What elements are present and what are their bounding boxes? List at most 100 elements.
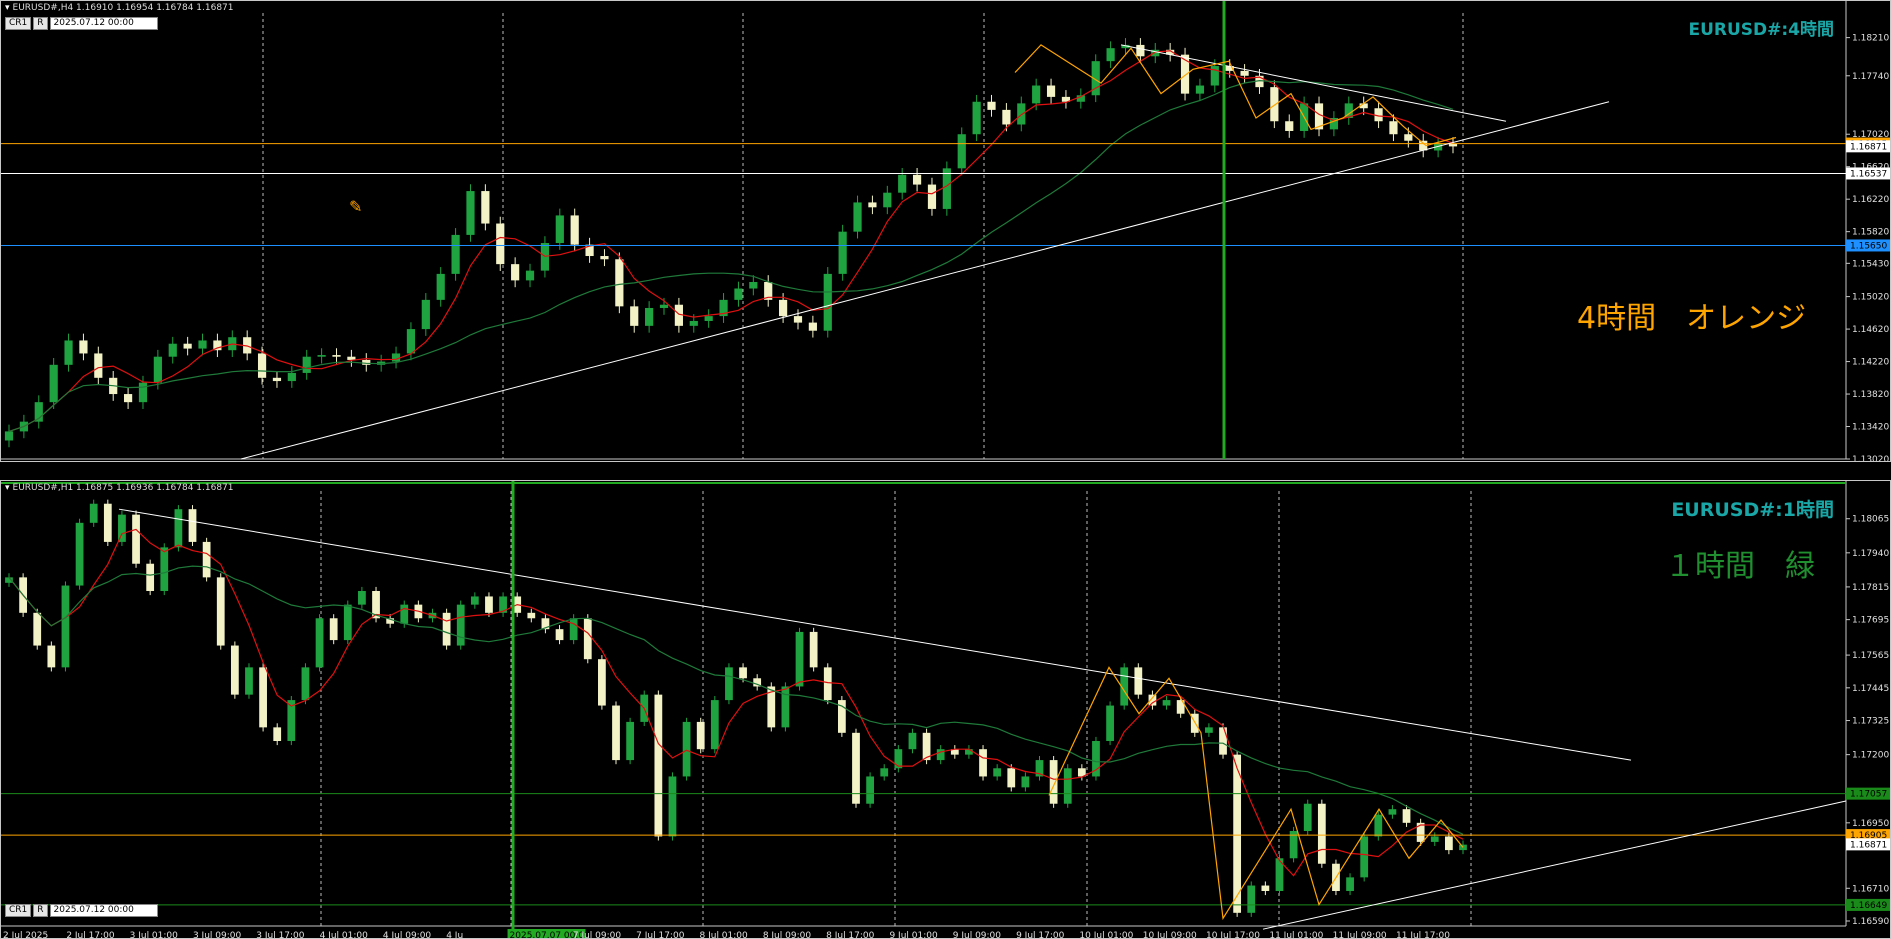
- h4-candle-body: [853, 202, 862, 232]
- h1-candle-body: [993, 768, 1002, 777]
- h1-y-tick-label: 1.17815: [1852, 583, 1889, 593]
- h4-cr-button[interactable]: CR1: [5, 17, 32, 30]
- h1-candle-body: [1360, 836, 1369, 878]
- h1-x-tick-label: 9 Jul 17:00: [1016, 931, 1065, 939]
- h1-x-tick-label: 8 Jul 01:00: [700, 931, 749, 939]
- h1-x-tick-label: 9 Jul 09:00: [953, 931, 1002, 939]
- h4-date-box[interactable]: 2025.07.12 00:00: [49, 17, 158, 30]
- h1-candle-body: [725, 667, 733, 701]
- crossed-pencil-icon[interactable]: ✎: [349, 197, 362, 216]
- h1-candle-body: [103, 503, 112, 542]
- h4-price-tag-label: 1.16871: [1850, 142, 1887, 152]
- h1-candle-body: [301, 667, 310, 701]
- h1-candle-body: [1049, 760, 1058, 804]
- h4-candle-body: [942, 168, 951, 209]
- h1-price-tag-label: 1.16871: [1850, 840, 1887, 850]
- h1-candle-body: [1247, 885, 1256, 913]
- h4-candle-body: [823, 273, 832, 331]
- h1-candle-body: [880, 768, 889, 777]
- h4-candle-body: [1270, 87, 1279, 122]
- h4-candle-body: [496, 223, 505, 265]
- h1-candle-body: [1219, 727, 1227, 755]
- h4-candle-body: [689, 320, 698, 326]
- h1-candle-body: [1021, 776, 1030, 788]
- h1-candle-body: [33, 612, 42, 646]
- h1-candle-body: [216, 577, 225, 646]
- dropdown-triangle-icon[interactable]: ▾: [5, 483, 10, 493]
- h1-candle-body: [358, 591, 366, 605]
- h4-ma-red: [8, 50, 1454, 432]
- h4-y-tick-label: 1.15430: [1852, 259, 1889, 269]
- h1-candle-body: [1317, 803, 1326, 864]
- h1-candle-body: [809, 631, 818, 668]
- h1-chart-pane[interactable]: 1.18065 1.17940 1.17815 1.17695 1.17565 1.174…: [0, 480, 1891, 939]
- h1-candle-body: [1205, 727, 1213, 733]
- pane-separator[interactable]: [0, 462, 1891, 480]
- h1-candle-body: [1346, 877, 1354, 891]
- h1-x-tick-label: 10 Jul 09:00: [1143, 931, 1197, 939]
- h1-candle-body: [569, 618, 578, 641]
- h1-candle-body: [1148, 694, 1157, 706]
- h1-x-tick-label: 11 Jul 01:00: [1269, 931, 1323, 939]
- h4-y-tick-label: 1.13420: [1852, 423, 1889, 433]
- h1-candle-body: [118, 514, 126, 542]
- h4-candle-body: [4, 431, 14, 441]
- h1-candle-body: [823, 667, 832, 701]
- h1-candle-body: [1374, 814, 1383, 837]
- h1-chart-title: EURUSD#:1時間: [1671, 499, 1834, 521]
- h1-x-tick-label: 7 Jul 09:00: [573, 931, 622, 939]
- h1-candle-body: [555, 629, 564, 641]
- h1-candle-body: [1106, 705, 1114, 741]
- h1-candle-body: [598, 659, 606, 706]
- h1-y-tick-label: 1.17940: [1852, 549, 1889, 559]
- h1-candle-body: [1063, 768, 1072, 804]
- h4-price-tag-label: 1.16537: [1850, 169, 1887, 179]
- h1-candle-body: [612, 705, 620, 761]
- h1-candle-body: [908, 732, 917, 750]
- h1-y-tick-label: 1.17445: [1852, 684, 1889, 694]
- h4-candle-body: [525, 270, 535, 281]
- h4-candle-body: [49, 364, 58, 403]
- h4-ma-green: [8, 79, 1454, 432]
- h1-date-box[interactable]: 2025.07.12 00:00: [49, 904, 158, 917]
- h1-r-button[interactable]: R: [33, 904, 48, 917]
- h4-y-tick-label: 1.18210: [1852, 34, 1889, 44]
- h4-y-tick-label: 1.17740: [1852, 72, 1889, 82]
- h4-candle-body: [868, 202, 877, 208]
- h4-candle-body: [1106, 48, 1115, 62]
- h4-candle-body: [138, 382, 148, 403]
- h4-candle-body: [64, 340, 73, 365]
- h1-y-tick-label: 1.16710: [1852, 884, 1889, 894]
- h4-candle-body: [511, 264, 520, 281]
- h4-candle-body: [570, 215, 579, 245]
- h1-candle-body: [456, 604, 465, 646]
- h4-candle-body: [1136, 44, 1145, 57]
- h4-candle-body: [257, 353, 267, 378]
- h1-candle-body: [75, 522, 84, 586]
- h1-candle-body: [343, 604, 352, 641]
- h4-candle-body: [1032, 85, 1041, 104]
- h4-candle-body: [287, 372, 296, 382]
- h4-candle-body: [734, 288, 743, 300]
- h1-candle-body: [230, 645, 239, 695]
- h4-chart-pane[interactable]: 1.182101.177401.170201.166201.162201.158…: [0, 0, 1891, 462]
- h4-r-button[interactable]: R: [33, 17, 48, 30]
- h1-candle-body: [1162, 700, 1171, 706]
- h4-chart-canvas[interactable]: 1.182101.177401.170201.166201.162201.158…: [1, 1, 1891, 462]
- h1-y-tick-label: 1.18065: [1852, 515, 1889, 525]
- h4-candle-body: [1389, 121, 1398, 135]
- h4-candle-body: [987, 101, 996, 110]
- h1-chart-canvas[interactable]: 1.18065 1.17940 1.17815 1.17695 1.17565 1.174…: [1, 481, 1891, 939]
- h1-candle-body: [188, 509, 197, 542]
- dropdown-triangle-icon[interactable]: ▾: [5, 3, 10, 13]
- h4-header-text: EURUSD#,H4 1.16910 1.16954 1.16784 1.168…: [12, 3, 234, 13]
- h1-cr-button[interactable]: CR1: [5, 904, 32, 917]
- h1-candle-body: [682, 721, 691, 777]
- h4-y-tick-label: 1.13020: [1852, 455, 1889, 462]
- h4-candle-body: [123, 394, 133, 403]
- h1-price-tag-label: 1.17057: [1850, 790, 1887, 800]
- h1-candle-body: [696, 721, 705, 750]
- h1-controls: CR1 R 2025.07.12 00:00: [5, 904, 158, 917]
- h4-candle-body: [600, 256, 609, 260]
- h1-x-tick-label: 2 Jul 2025: [3, 931, 48, 939]
